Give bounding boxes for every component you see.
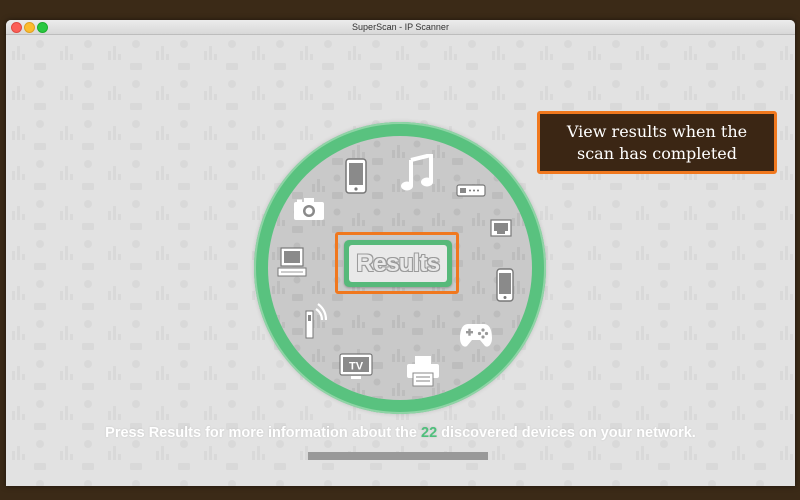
results-button[interactable]: Results [344,240,452,287]
status-suffix: discovered devices on your network. [441,425,696,441]
network-port-icon[interactable] [487,215,515,243]
scan-progress-bar [308,452,488,460]
results-button-label: Results [349,245,447,282]
printer-icon[interactable] [404,353,442,389]
smartphone-icon[interactable] [493,265,517,305]
scan-progress-fill [308,452,488,460]
minimize-window-button[interactable] [24,22,35,33]
callout-text: View results when the scan has completed [566,121,748,163]
zoom-window-button[interactable] [37,22,48,33]
status-message: Press Results for more information about… [6,425,795,441]
game-controller-icon[interactable] [457,318,495,352]
app-window: SuperScan - IP Scanner TV Results View r… [6,20,795,486]
window-title: SuperScan - IP Scanner [352,22,449,32]
device-count: 22 [421,425,438,441]
wireless-access-point-icon[interactable] [301,301,329,341]
tv-icon[interactable]: TV [337,351,375,383]
camera-icon[interactable] [291,195,327,223]
status-prefix: Press Results for more information about… [105,425,417,441]
desktop-computer-icon[interactable] [275,245,309,279]
title-bar: SuperScan - IP Scanner [6,20,795,35]
music-note-icon[interactable] [399,152,435,194]
tablet-icon[interactable] [343,156,369,196]
tv-label: TV [349,361,364,373]
router-icon[interactable] [454,180,488,200]
scan-results-view: TV Results View results when the scan ha… [6,35,795,486]
close-window-button[interactable] [11,22,22,33]
tip-callout: View results when the scan has completed [537,111,777,174]
